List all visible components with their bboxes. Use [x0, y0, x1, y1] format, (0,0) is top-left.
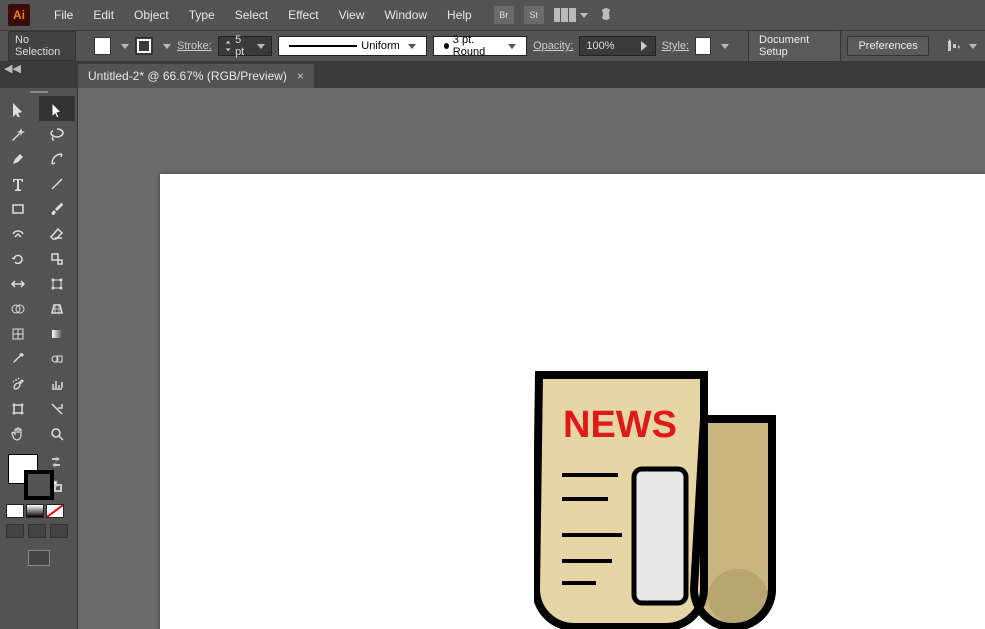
tool-pen[interactable]	[0, 146, 36, 171]
none-mode[interactable]	[46, 504, 64, 518]
tool-scale[interactable]	[39, 246, 75, 271]
tool-direct-selection[interactable]	[39, 96, 75, 121]
arrange-docs-button[interactable]	[554, 8, 588, 22]
style-swatch[interactable]	[695, 37, 711, 55]
opacity-value: 100%	[586, 40, 614, 52]
chevron-down-icon	[969, 44, 977, 49]
menu-object[interactable]: Object	[124, 8, 179, 22]
document-tab[interactable]: Untitled-2* @ 66.67% (RGB/Preview) ×	[78, 64, 314, 88]
document-tabs: ◀◀ Untitled-2* @ 66.67% (RGB/Preview) ×	[0, 62, 985, 88]
draw-behind[interactable]	[28, 524, 46, 538]
tool-selection[interactable]	[0, 96, 36, 121]
tool-symbol-sprayer[interactable]	[0, 371, 36, 396]
menu-edit[interactable]: Edit	[83, 8, 124, 22]
tool-zoom[interactable]	[39, 421, 75, 446]
preferences-button[interactable]: Preferences	[847, 36, 928, 56]
artwork-newspaper-icon: NEWS	[534, 371, 780, 629]
chevron-down-icon	[257, 44, 265, 49]
chevron-down-icon	[508, 44, 516, 49]
tool-mesh[interactable]	[0, 321, 36, 346]
bridge-icon[interactable]: Br	[494, 6, 514, 24]
tool-artboard[interactable]	[0, 396, 36, 421]
control-bar: No Selection Stroke: 5 pt Uniform 3 pt. …	[0, 30, 985, 62]
fill-swatch[interactable]	[94, 37, 112, 55]
artwork-headline: NEWS	[563, 404, 677, 446]
panel-grip[interactable]	[0, 88, 77, 96]
opacity-input[interactable]: 100%	[579, 36, 655, 56]
document-setup-button[interactable]: Document Setup	[748, 30, 841, 62]
draw-mode-row	[0, 520, 77, 542]
gpu-preview-icon[interactable]	[598, 6, 614, 25]
tool-graph[interactable]	[39, 371, 75, 396]
stroke-weight-input[interactable]: 5 pt	[218, 36, 272, 56]
selection-status: No Selection	[8, 31, 76, 61]
chevron-down-icon	[580, 13, 588, 18]
brush-value: 3 pt. Round	[453, 34, 500, 58]
draw-normal[interactable]	[6, 524, 24, 538]
tool-perspective[interactable]	[39, 296, 75, 321]
tool-curvature[interactable]	[39, 146, 75, 171]
menu-view[interactable]: View	[329, 8, 375, 22]
tool-line[interactable]	[39, 171, 75, 196]
tool-shape-builder[interactable]	[0, 296, 36, 321]
tool-rectangle[interactable]	[0, 196, 36, 221]
variable-width-profile[interactable]: Uniform	[278, 36, 427, 56]
opacity-label[interactable]: Opacity:	[533, 40, 573, 52]
menu-window[interactable]: Window	[374, 8, 437, 22]
tool-eyedropper[interactable]	[0, 346, 36, 371]
tool-paintbrush[interactable]	[39, 196, 75, 221]
tool-gradient[interactable]	[39, 321, 75, 346]
draw-inside[interactable]	[50, 524, 68, 538]
menu-file[interactable]: File	[44, 8, 83, 22]
tab-title: Untitled-2* @ 66.67% (RGB/Preview)	[88, 69, 287, 83]
profile-label: Uniform	[361, 40, 400, 52]
tool-lasso[interactable]	[39, 121, 75, 146]
tool-slice[interactable]	[39, 396, 75, 421]
close-icon[interactable]: ×	[297, 69, 304, 83]
color-mode-row	[0, 502, 77, 520]
tool-blend[interactable]	[39, 346, 75, 371]
style-label[interactable]: Style:	[662, 40, 690, 52]
tool-width[interactable]	[0, 271, 36, 296]
stroke-swatch[interactable]	[135, 37, 153, 55]
swap-fill-stroke-icon[interactable]	[50, 456, 62, 468]
screen-mode[interactable]	[0, 542, 77, 574]
tool-hand[interactable]	[0, 421, 36, 446]
menu-type[interactable]: Type	[179, 8, 225, 22]
align-menu-button[interactable]	[946, 39, 977, 53]
chevron-down-icon	[408, 44, 416, 49]
stroke-box[interactable]	[24, 470, 54, 500]
tool-type[interactable]	[0, 171, 36, 196]
canvas-area[interactable]: NEWS	[78, 88, 985, 629]
menu-effect[interactable]: Effect	[278, 8, 328, 22]
tool-shaper[interactable]	[0, 221, 36, 246]
chevron-down-icon[interactable]	[121, 44, 129, 49]
fill-stroke-control[interactable]	[0, 446, 77, 502]
brush-definition[interactable]: 3 pt. Round	[433, 36, 527, 56]
app-logo: Ai	[8, 4, 30, 26]
stock-icon[interactable]: St	[524, 6, 544, 24]
chevron-down-icon[interactable]	[163, 44, 171, 49]
tool-eraser[interactable]	[39, 221, 75, 246]
tool-free-transform[interactable]	[39, 271, 75, 296]
collapse-panel-icon[interactable]: ◀◀	[4, 62, 21, 75]
color-mode[interactable]	[6, 504, 24, 518]
stroke-weight-value: 5 pt	[235, 34, 249, 58]
stroke-label[interactable]: Stroke:	[177, 40, 212, 52]
tool-magic-wand[interactable]	[0, 121, 36, 146]
menu-bar: Ai File Edit Object Type Select Effect V…	[0, 0, 985, 30]
chevron-down-icon[interactable]	[721, 44, 729, 49]
menu-select[interactable]: Select	[225, 8, 278, 22]
gradient-mode[interactable]	[26, 504, 44, 518]
tool-rotate[interactable]	[0, 246, 36, 271]
menu-help[interactable]: Help	[437, 8, 482, 22]
tools-panel	[0, 88, 78, 629]
